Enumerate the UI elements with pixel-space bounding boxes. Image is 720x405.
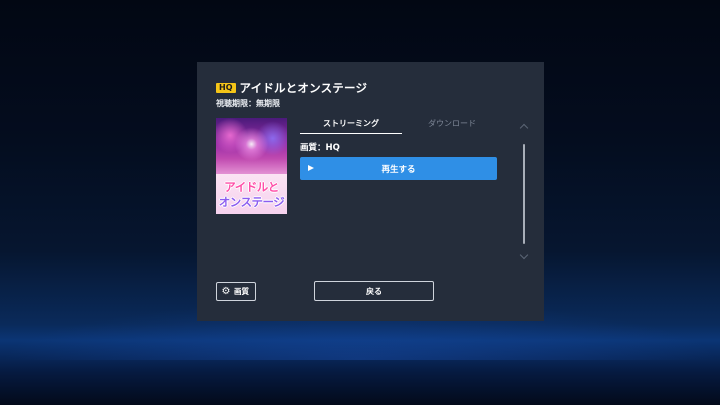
back-button[interactable]: 戻る	[314, 281, 434, 301]
content-title: アイドルとオンステージ	[239, 81, 368, 95]
scroll-up-button[interactable]	[519, 122, 529, 133]
chevron-up-icon	[519, 123, 529, 133]
viewing-period: 視聴期限：無期限	[216, 99, 280, 108]
quality-settings-label: 画質	[234, 287, 249, 296]
back-button-label: 戻る	[366, 286, 382, 296]
quality-settings-button[interactable]: ⚙ 画質	[216, 282, 256, 301]
scroll-down-button[interactable]	[519, 250, 529, 262]
tab-download[interactable]: ダウンロード	[402, 116, 502, 134]
poster-image: アイドルと オンステージ	[216, 118, 287, 214]
scrollbar[interactable]	[523, 144, 525, 244]
tab-streaming[interactable]: ストリーミング	[300, 116, 402, 134]
poster-stage-art	[216, 118, 287, 176]
quality-label: 画質：HQ	[300, 143, 340, 153]
play-button[interactable]: 再生する	[300, 157, 497, 180]
mode-tabs: ストリーミング ダウンロード	[300, 116, 500, 136]
poster-title-line1: アイドルと	[224, 180, 279, 194]
purchase-dialog: HQ アイドルとオンステージ 視聴期限：無期限 アイドルと オンステージ ストリ…	[197, 62, 544, 321]
gear-icon: ⚙	[221, 285, 231, 297]
play-icon	[308, 165, 314, 171]
poster-title-line2: オンステージ	[218, 195, 285, 209]
chevron-down-icon	[519, 250, 529, 260]
hq-badge: HQ	[216, 83, 236, 93]
title-row: HQ アイドルとオンステージ	[216, 80, 367, 96]
play-button-label: 再生する	[381, 164, 416, 175]
